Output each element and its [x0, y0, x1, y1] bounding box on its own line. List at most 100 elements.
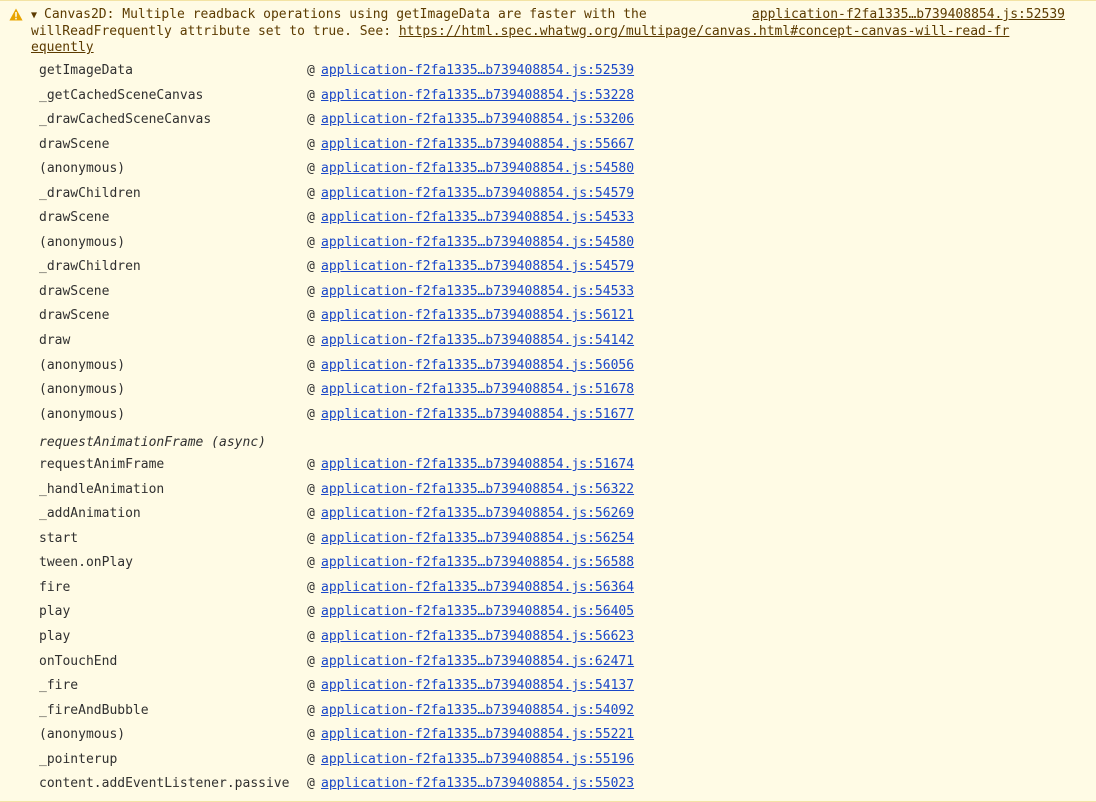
stack-frame-row: (anonymous) @ application-f2fa1335…b739408…	[39, 357, 739, 382]
stack-frame-at-symbol: @	[307, 702, 315, 718]
stack-frame-function: requestAnimFrame	[39, 457, 165, 473]
stack-frame-row: drawScene @ application-f2fa1335…b73940885…	[39, 209, 739, 234]
stack-frame-row: content.addEventListener.passive @ applica…	[39, 775, 739, 800]
stack-frame-source-link[interactable]: application-f2fa1335…b739408854.js:56269	[321, 505, 634, 523]
stack-frame-function: (anonymous)	[39, 357, 126, 373]
stack-frame-source-link[interactable]: application-f2fa1335…b739408854.js:54579	[321, 258, 634, 276]
stack-frame-source-link[interactable]: application-f2fa1335…b739408854.js:56405	[321, 603, 634, 621]
stack-frame-at-symbol: @	[307, 457, 315, 473]
stack-frame-at-symbol: @	[307, 751, 315, 767]
stack-frame-source-link[interactable]: application-f2fa1335…b739408854.js:55196	[321, 751, 634, 769]
stack-frame-function: start	[39, 530, 79, 546]
message-line-1: Canvas2D: Multiple readback operations u…	[44, 7, 647, 22]
stack-frame-source-link[interactable]: application-f2fa1335…b739408854.js:56623	[321, 628, 634, 646]
stack-frame-at-symbol: @	[307, 555, 315, 571]
stack-frame-source-link[interactable]: application-f2fa1335…b739408854.js:55221	[321, 726, 634, 744]
stack-frame-source-link[interactable]: application-f2fa1335…b739408854.js:51678	[321, 381, 634, 399]
stack-frame-source-link[interactable]: application-f2fa1335…b739408854.js:56322	[321, 481, 634, 499]
stack-frame-row: fire @ application-f2fa1335…b739408854.js:…	[39, 579, 739, 604]
stack-frame-function: draw	[39, 333, 71, 349]
console-warning-message: ▼ Canvas2D: Multiple readback operations…	[0, 0, 1096, 802]
stack-frame-at-symbol: @	[307, 112, 315, 128]
stack-frame-source-link[interactable]: application-f2fa1335…b739408854.js:54533	[321, 283, 634, 301]
stack-frame-row: _drawChildren @ application-f2fa1335…b7394…	[39, 258, 739, 283]
stack-frame-at-symbol: @	[307, 727, 315, 743]
stack-trace-group-2: requestAnimFrame @ application-f2fa1335…b7…	[39, 456, 739, 800]
stack-frame-row: drawScene @ application-f2fa1335…b73940885…	[39, 307, 739, 332]
stack-frame-source-link[interactable]: application-f2fa1335…b739408854.js:62471	[321, 653, 634, 671]
stack-frame-row: _getCachedSceneCanvas @ application-f2fa13…	[39, 87, 739, 112]
stack-trace-group-1: getImageData @ application-f2fa1335…b73940…	[39, 62, 739, 430]
stack-frame-at-symbol: @	[307, 629, 315, 645]
stack-frame-at-symbol: @	[307, 136, 315, 152]
stack-frame-function: (anonymous)	[39, 234, 126, 250]
stack-frame-source-link[interactable]: application-f2fa1335…b739408854.js:52539	[321, 62, 634, 80]
stack-frame-function: _pointerup	[39, 751, 118, 767]
stack-frame-function: _drawChildren	[39, 185, 141, 201]
stack-frame-function: onTouchEnd	[39, 653, 118, 669]
stack-frame-source-link[interactable]: application-f2fa1335…b739408854.js:55667	[321, 136, 634, 154]
stack-frame-function: tween.onPlay	[39, 555, 133, 571]
stack-frame-row: requestAnimFrame @ application-f2fa1335…b7…	[39, 456, 739, 481]
stack-frame-row: _drawCachedSceneCanvas @ application-f2fa1…	[39, 111, 739, 136]
stack-frame-row: getImageData @ application-f2fa1335…b73940…	[39, 62, 739, 87]
stack-frame-row: onTouchEnd @ application-f2fa1335…b7394088…	[39, 653, 739, 678]
stack-frame-source-link[interactable]: application-f2fa1335…b739408854.js:54137	[321, 677, 634, 695]
stack-frame-row: (anonymous) @ application-f2fa1335…b739408…	[39, 160, 739, 185]
spec-link[interactable]: https://html.spec.whatwg.org/multipage/c…	[399, 24, 1009, 39]
stack-trace: getImageData @ application-f2fa1335…b73940…	[39, 62, 739, 800]
stack-frame-source-link[interactable]: application-f2fa1335…b739408854.js:56056	[321, 357, 634, 375]
spec-link-continued[interactable]: equently	[31, 40, 94, 55]
stack-frame-row: (anonymous) @ application-f2fa1335…b739408…	[39, 406, 739, 431]
stack-frame-at-symbol: @	[307, 382, 315, 398]
stack-frame-source-link[interactable]: application-f2fa1335…b739408854.js:54580	[321, 234, 634, 252]
stack-frame-function: drawScene	[39, 308, 110, 324]
stack-frame-function: _drawCachedSceneCanvas	[39, 112, 212, 128]
stack-frame-at-symbol: @	[307, 481, 315, 497]
stack-frame-at-symbol: @	[307, 259, 315, 275]
stack-frame-source-link[interactable]: application-f2fa1335…b739408854.js:56364	[321, 579, 634, 597]
stack-frame-function: _fireAndBubble	[39, 702, 149, 718]
stack-frame-at-symbol: @	[307, 333, 315, 349]
stack-frame-function: _addAnimation	[39, 506, 141, 522]
stack-frame-source-link[interactable]: application-f2fa1335…b739408854.js:56121	[321, 307, 634, 325]
stack-frame-at-symbol: @	[307, 506, 315, 522]
expand-collapse-toggle[interactable]: ▼	[31, 8, 37, 24]
stack-frame-source-link[interactable]: application-f2fa1335…b739408854.js:51677	[321, 406, 634, 424]
stack-frame-function: _fire	[39, 678, 79, 694]
stack-frame-at-symbol: @	[307, 604, 315, 620]
stack-frame-at-symbol: @	[307, 185, 315, 201]
stack-frame-at-symbol: @	[307, 678, 315, 694]
stack-frame-row: (anonymous) @ application-f2fa1335…b739408…	[39, 381, 739, 406]
stack-frame-row: start @ application-f2fa1335…b739408854.js…	[39, 530, 739, 555]
stack-frame-function: (anonymous)	[39, 406, 126, 422]
stack-frame-at-symbol: @	[307, 776, 315, 792]
message-line-2: willReadFrequently attribute set to true…	[31, 24, 1009, 41]
stack-frame-at-symbol: @	[307, 283, 315, 299]
stack-frame-row: _fire @ application-f2fa1335…b739408854.js…	[39, 677, 739, 702]
message-source-link[interactable]: application-f2fa1335…b739408854.js:52539	[752, 7, 1065, 24]
stack-frame-source-link[interactable]: application-f2fa1335…b739408854.js:56588	[321, 554, 634, 572]
stack-frame-source-link[interactable]: application-f2fa1335…b739408854.js:53228	[321, 87, 634, 105]
stack-frame-source-link[interactable]: application-f2fa1335…b739408854.js:51674	[321, 456, 634, 474]
stack-frame-function: fire	[39, 579, 71, 595]
stack-frame-function: (anonymous)	[39, 382, 126, 398]
stack-frame-row: play @ application-f2fa1335…b739408854.js:…	[39, 628, 739, 653]
message-line-3: equently	[31, 40, 94, 57]
stack-frame-row: draw @ application-f2fa1335…b739408854.js:…	[39, 332, 739, 357]
stack-frame-source-link[interactable]: application-f2fa1335…b739408854.js:54580	[321, 160, 634, 178]
stack-frame-row: drawScene @ application-f2fa1335…b73940885…	[39, 283, 739, 308]
stack-frame-function: play	[39, 604, 71, 620]
stack-frame-source-link[interactable]: application-f2fa1335…b739408854.js:56254	[321, 530, 634, 548]
stack-frame-at-symbol: @	[307, 210, 315, 226]
stack-frame-row: (anonymous) @ application-f2fa1335…b739408…	[39, 726, 739, 751]
stack-frame-source-link[interactable]: application-f2fa1335…b739408854.js:55023	[321, 775, 634, 793]
stack-frame-source-link[interactable]: application-f2fa1335…b739408854.js:54533	[321, 209, 634, 227]
stack-frame-source-link[interactable]: application-f2fa1335…b739408854.js:54579	[321, 185, 634, 203]
stack-frame-at-symbol: @	[307, 406, 315, 422]
stack-frame-source-link[interactable]: application-f2fa1335…b739408854.js:53206	[321, 111, 634, 129]
stack-frame-source-link[interactable]: application-f2fa1335…b739408854.js:54092	[321, 702, 634, 720]
stack-frame-row: (anonymous) @ application-f2fa1335…b739408…	[39, 234, 739, 259]
stack-frame-source-link[interactable]: application-f2fa1335…b739408854.js:54142	[321, 332, 634, 350]
stack-frame-row: play @ application-f2fa1335…b739408854.js:…	[39, 603, 739, 628]
